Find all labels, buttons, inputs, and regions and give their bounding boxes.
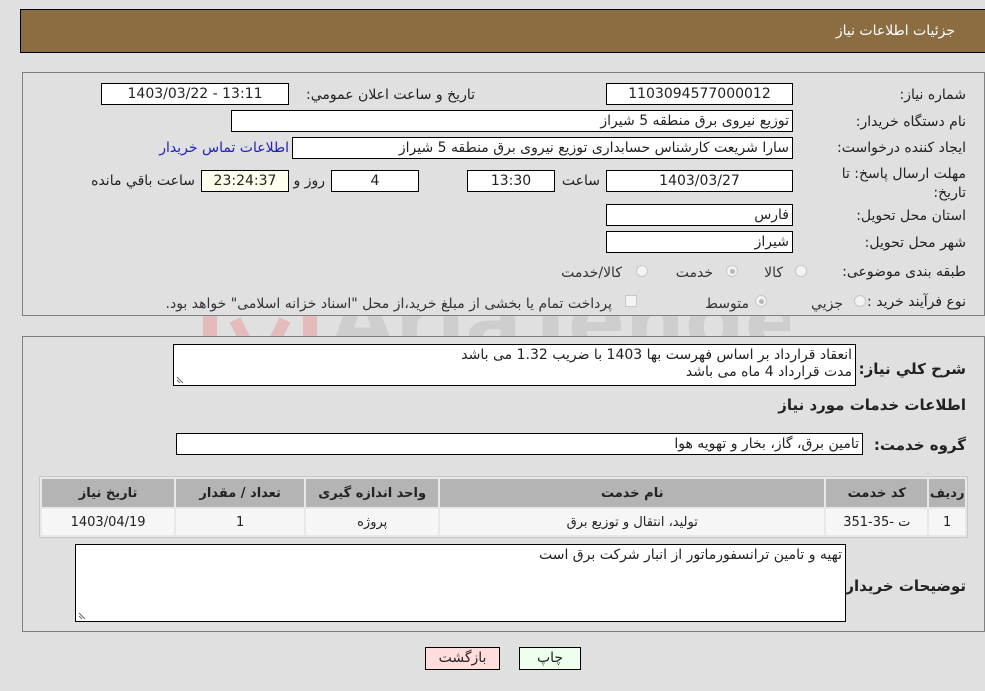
back-button[interactable]: بازگشت <box>425 647 500 670</box>
services-heading: اطلاعات خدمات مورد نیاز <box>778 396 966 414</box>
buyer-org-field: توزیع نیروی برق منطقه 5 شیراز <box>231 110 793 132</box>
days-label: روز و <box>293 173 326 189</box>
process-minor-label: جزیي <box>811 296 843 312</box>
process-medium-label: متوسط <box>705 296 749 312</box>
treasury-note: پرداخت تمام یا بخشی از مبلغ خرید،از محل … <box>165 296 612 312</box>
col-header-quantity: تعداد / مقدار <box>176 479 305 507</box>
print-button[interactable]: چاپ <box>519 647 581 670</box>
deadline-date-field: 1403/03/27 <box>606 170 793 192</box>
col-header-row-number: ردیف <box>929 479 965 507</box>
treasury-checkbox[interactable] <box>625 295 637 307</box>
resize-handle-icon[interactable] <box>78 611 87 620</box>
days-remaining-field: 4 <box>331 170 419 192</box>
buyer-org-label: نام دستگاه خریدار: <box>855 114 966 130</box>
process-minor-radio[interactable] <box>854 295 866 307</box>
buyer-notes-label: توضیحات خریدار: <box>839 577 966 595</box>
page-header: جزئیات اطلاعات نیاز <box>20 9 985 53</box>
table-header-row: ردیف کد خدمت نام خدمت واحد اندازه گیری ت… <box>42 479 965 507</box>
province-label: استان محل تحویل: <box>856 208 966 224</box>
deadline-time-field: 13:30 <box>467 170 555 192</box>
category-goods-radio[interactable] <box>795 265 807 277</box>
announce-datetime-label: تاریخ و ساعت اعلان عمومي: <box>306 87 475 103</box>
requester-field: سارا شریعت کارشناس حسابداری توزیع نیروی … <box>292 137 793 159</box>
description-textarea[interactable]: انعقاد قرارداد بر اساس فهرست بها 1403 با… <box>173 344 856 386</box>
description-label: شرح کلي نیاز: <box>858 360 966 378</box>
category-goods-service-radio[interactable] <box>636 265 648 277</box>
table-row: 1 ت -35-351 تولید، انتقال و توزیع برق پر… <box>42 509 965 535</box>
service-group-label: گروه خدمت: <box>873 436 966 454</box>
need-number-label: شماره نیاز: <box>899 87 967 103</box>
buyer-contact-link[interactable]: اطلاعات تماس خریدار <box>159 140 289 156</box>
cell-service-name: تولید، انتقال و توزیع برق <box>440 509 825 535</box>
province-field: فارس <box>606 204 793 226</box>
cell-need-date: 1403/04/19 <box>42 509 175 535</box>
remaining-time-label: ساعت باقي مانده <box>91 173 195 189</box>
description-line: مدت قرارداد 4 ماه می باشد <box>685 364 852 380</box>
category-service-label: خدمت <box>675 265 713 281</box>
city-label: شهر محل تحویل: <box>864 235 966 251</box>
deadline-label: مهلت ارسال پاسخ: تا تاریخ: <box>841 166 966 201</box>
category-goods-service-label: کالا/خدمت <box>561 265 622 281</box>
process-label: نوع فرآیند خرید : <box>867 294 966 310</box>
buyer-notes-textarea[interactable]: تهیه و تامین ترانسفورماتور از انبار شرکت… <box>75 544 846 622</box>
col-header-unit: واحد اندازه گیری <box>306 479 439 507</box>
category-goods-label: کالا <box>764 265 783 281</box>
category-service-radio[interactable] <box>726 265 738 277</box>
col-header-need-date: تاریخ نیاز <box>42 479 175 507</box>
requester-label: ایجاد کننده درخواست: <box>837 140 966 156</box>
category-label: طبقه بندی موضوعی: <box>842 264 966 280</box>
city-field: شیراز <box>606 231 793 253</box>
cell-service-code: ت -35-351 <box>826 509 928 535</box>
remaining-time-field: 23:24:37 <box>201 170 289 192</box>
cell-unit: پروژه <box>306 509 439 535</box>
resize-handle-icon[interactable] <box>176 375 185 384</box>
col-header-service-code: کد خدمت <box>826 479 928 507</box>
description-line: انعقاد قرارداد بر اساس فهرست بها 1403 با… <box>461 347 852 363</box>
need-number-field: 1103094577000012 <box>606 83 793 105</box>
buyer-notes-text: تهیه و تامین ترانسفورماتور از انبار شرکت… <box>538 547 842 563</box>
announce-datetime-field: 1403/03/22 - 13:11 <box>101 83 289 105</box>
cell-quantity: 1 <box>176 509 305 535</box>
cell-row-number: 1 <box>929 509 965 535</box>
page-title: جزئیات اطلاعات نیاز <box>835 23 955 39</box>
service-group-field: تامین برق، گاز، بخار و تهویه هوا <box>176 433 863 455</box>
col-header-service-name: نام خدمت <box>440 479 825 507</box>
process-medium-radio[interactable] <box>755 295 767 307</box>
deadline-time-label: ساعت <box>561 173 600 189</box>
services-table: ردیف کد خدمت نام خدمت واحد اندازه گیری ت… <box>39 476 968 538</box>
